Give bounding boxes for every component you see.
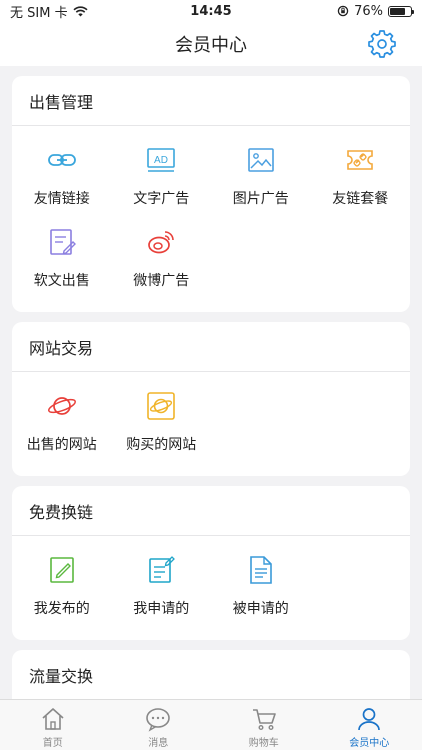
- item-label: 图片广告: [232, 191, 289, 207]
- section-free-link-exchange: 免费换链 我发布的 我申请的 被申请的: [12, 486, 410, 640]
- settings-gear-icon[interactable]: [368, 30, 396, 58]
- user-icon: [358, 708, 381, 731]
- item-label: 软文出售: [33, 273, 90, 289]
- image-icon: [247, 148, 274, 172]
- item-sold-sites[interactable]: 出售的网站: [12, 386, 112, 468]
- item-label: 友情链接: [33, 191, 90, 207]
- ad-glyph: AD: [154, 155, 168, 166]
- tab-label: 会员中心: [349, 738, 390, 749]
- tab-label: 首页: [42, 738, 63, 749]
- tab-cart[interactable]: 购物车: [211, 700, 317, 750]
- ad-text-icon: AD: [147, 148, 176, 172]
- item-label: 购买的网站: [126, 437, 197, 453]
- item-label: 文字广告: [133, 191, 190, 207]
- link-icon: [47, 154, 76, 166]
- page-title: 会员中心: [175, 35, 247, 56]
- section-title: 流量交换: [12, 650, 410, 699]
- section-traffic-exchange: 流量交换: [12, 650, 410, 699]
- message-icon: [146, 708, 171, 732]
- item-image-ad[interactable]: 图片广告: [211, 140, 311, 222]
- tab-label: 消息: [148, 738, 169, 749]
- section-site-trading: 网站交易 出售的网站 购买的网站: [12, 322, 410, 476]
- tab-label: 购物车: [248, 738, 279, 749]
- item-label: 被申请的: [232, 601, 289, 617]
- status-bar: 无 SIM 卡 76%: [0, 0, 422, 22]
- tab-home[interactable]: 首页: [0, 700, 106, 750]
- item-bought-sites[interactable]: 购买的网站: [112, 386, 212, 468]
- edit-document-icon: [49, 229, 76, 255]
- tab-messages[interactable]: 消息: [106, 700, 212, 750]
- apply-edit-icon: [149, 556, 176, 583]
- item-friend-link[interactable]: 友情链接: [12, 140, 112, 222]
- item-applied-to-me[interactable]: 被申请的: [211, 550, 311, 632]
- publish-edit-icon: [49, 557, 74, 583]
- section-sales-management: 出售管理 友情链接 AD 文字广告 图片广告 友链套餐 软文出售 微博广告: [12, 76, 410, 312]
- rotation-lock-icon: [337, 5, 349, 17]
- section-title: 网站交易: [12, 322, 410, 372]
- cart-icon: [252, 709, 276, 731]
- item-label: 出售的网站: [26, 437, 97, 453]
- document-icon: [249, 556, 272, 584]
- item-label: 微博广告: [133, 273, 190, 289]
- item-link-package[interactable]: 友链套餐: [311, 140, 411, 222]
- item-weibo-ad[interactable]: 微博广告: [112, 222, 212, 304]
- weibo-icon: [148, 231, 175, 254]
- tab-member-center[interactable]: 会员中心: [317, 700, 422, 750]
- item-label: 我发布的: [33, 601, 90, 617]
- ticket-link-icon: [347, 150, 374, 170]
- item-my-applied[interactable]: 我申请的: [112, 550, 212, 632]
- item-my-published[interactable]: 我发布的: [12, 550, 112, 632]
- battery-fill: [390, 7, 406, 15]
- nav-bar: 会员中心: [0, 22, 422, 66]
- item-soft-article[interactable]: 软文出售: [12, 222, 112, 304]
- carrier-label: 无 SIM 卡: [10, 5, 68, 21]
- battery-icon: [388, 5, 414, 17]
- item-label: 友链套餐: [332, 191, 389, 207]
- planet-icon: [47, 397, 76, 415]
- home-icon: [42, 708, 64, 730]
- battery-percent: 76%: [354, 3, 383, 19]
- section-title: 免费换链: [12, 486, 410, 536]
- planet-frame-icon: [147, 392, 176, 420]
- wifi-icon: [73, 5, 88, 16]
- section-title: 出售管理: [12, 76, 410, 126]
- tab-bar: 首页 消息 购物车 会员中心: [0, 699, 422, 750]
- content-scroll[interactable]: 出售管理 友情链接 AD 文字广告 图片广告 友链套餐 软文出售 微博广告 网站…: [0, 66, 422, 699]
- item-label: 我申请的: [133, 601, 190, 617]
- item-text-ad[interactable]: AD 文字广告: [112, 140, 212, 222]
